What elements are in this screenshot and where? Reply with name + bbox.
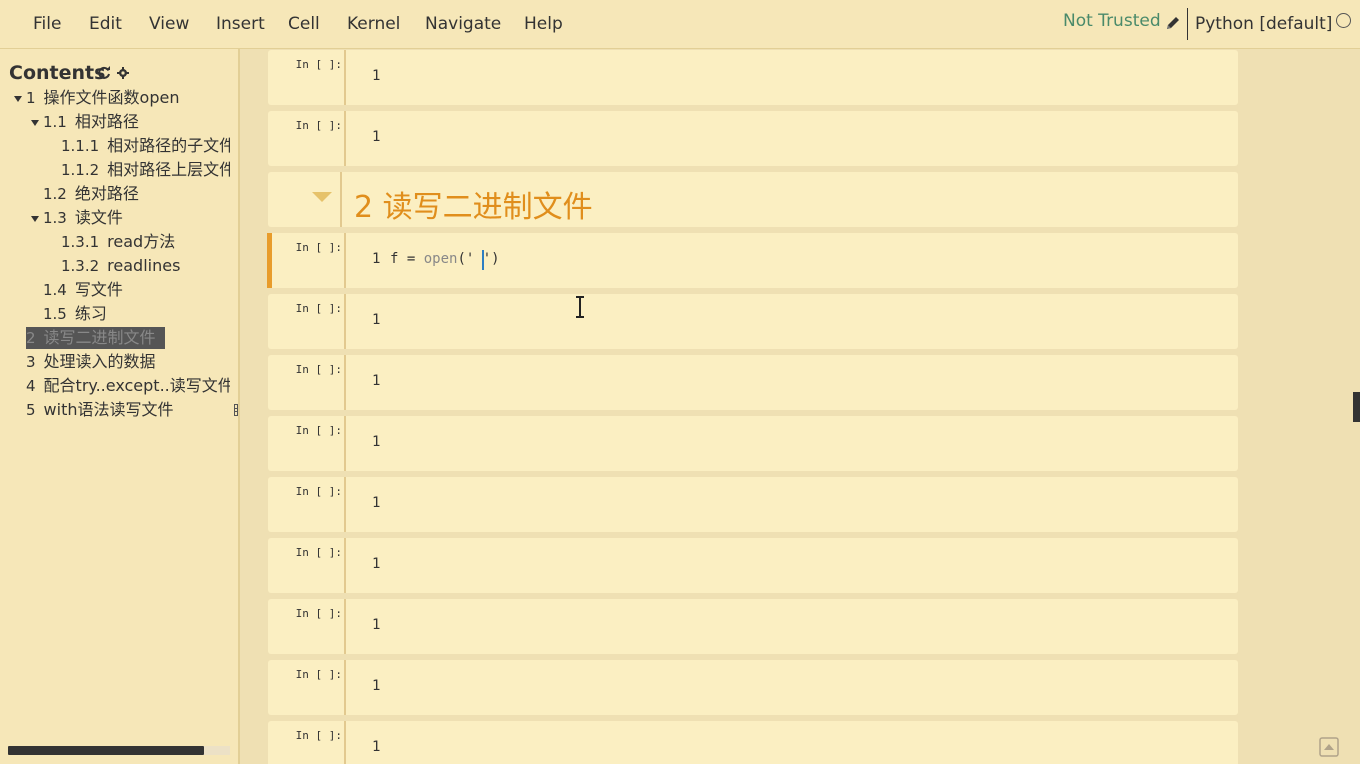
toc-sidebar: Contents 1 操作文件函数open 1.1 相对路径 1.1.1 相对路径的子… bbox=[0, 49, 240, 764]
cell-input[interactable]: 1 bbox=[344, 50, 1238, 105]
code-cell[interactable]: In [ ]: 1 bbox=[268, 294, 1238, 349]
notebook-scrollbar-thumb[interactable] bbox=[1353, 392, 1360, 422]
heading-text: 2 读写二进制文件 bbox=[354, 190, 593, 225]
code-cell[interactable]: In [ ]: 1 bbox=[268, 599, 1238, 654]
toc-item[interactable]: 1.5 练习 bbox=[43, 303, 234, 325]
code-cell[interactable]: In [ ]: 1 bbox=[268, 111, 1238, 166]
cell-prompt: In [ ]: bbox=[295, 424, 342, 437]
code-cell[interactable]: In [ ]: 1 bbox=[268, 660, 1238, 715]
toc-item[interactable]: 1.3.1 read方法 bbox=[61, 231, 234, 253]
code-cell[interactable]: In [ ]: 1 bbox=[268, 477, 1238, 532]
kernel-idle-indicator-icon bbox=[1336, 13, 1351, 28]
cell-prompt: In [ ]: bbox=[295, 363, 342, 376]
cell-input[interactable]: 1 bbox=[344, 355, 1238, 410]
toc-title: Contents bbox=[9, 62, 106, 84]
menu-navigate[interactable]: Navigate bbox=[425, 14, 501, 34]
gear-icon[interactable] bbox=[117, 67, 129, 79]
toc-item[interactable]: 1.1.1 相对路径的子文件 bbox=[61, 135, 230, 157]
toc-item[interactable]: 1.1 相对路径 bbox=[43, 111, 234, 133]
cell-input[interactable]: 1 bbox=[344, 721, 1238, 764]
text-caret bbox=[482, 250, 484, 270]
cell-input[interactable]: 1 bbox=[344, 477, 1238, 532]
refresh-icon[interactable] bbox=[97, 66, 111, 80]
menu-file[interactable]: File bbox=[33, 14, 61, 34]
code-cell[interactable]: In [ ]: 1 bbox=[268, 355, 1238, 410]
text-cursor-icon bbox=[576, 296, 584, 318]
cell-prompt: In [ ]: bbox=[295, 668, 342, 681]
line-number: 1 bbox=[372, 556, 381, 572]
line-number: 1 bbox=[372, 68, 381, 84]
scroll-to-top-icon[interactable] bbox=[1319, 737, 1339, 757]
line-number: 1 bbox=[372, 739, 381, 755]
caret-down-icon[interactable] bbox=[14, 96, 22, 102]
notebook-container: In [ ]: 1 In [ ]: 1 2 读写二进制文件 In [ ]: 1 … bbox=[242, 49, 1350, 764]
line-number: 1 bbox=[372, 312, 381, 328]
cell-prompt: In [ ]: bbox=[295, 607, 342, 620]
line-number: 1 bbox=[372, 434, 381, 450]
menu-view[interactable]: View bbox=[149, 14, 189, 34]
toc-horizontal-scrollbar[interactable] bbox=[8, 746, 230, 755]
toc-item[interactable]: 1.3 读文件 bbox=[43, 207, 234, 229]
cell-prompt: In [ ]: bbox=[295, 546, 342, 559]
cell-prompt: In [ ]: bbox=[295, 58, 342, 71]
line-number: 1 bbox=[372, 617, 381, 633]
kernel-separator bbox=[1187, 8, 1188, 40]
markdown-heading-cell[interactable]: 2 读写二进制文件 bbox=[268, 172, 1238, 227]
resize-grip-icon[interactable] bbox=[234, 404, 238, 416]
line-number: 1 bbox=[372, 495, 381, 511]
cell-input[interactable]: 1 bbox=[344, 111, 1238, 166]
toc-item-active[interactable]: 2 读写二进制文件 bbox=[26, 327, 165, 349]
line-number: 1 bbox=[372, 251, 381, 267]
cell-input[interactable]: 1 bbox=[344, 660, 1238, 715]
cell-prompt: In [ ]: bbox=[295, 302, 342, 315]
cell-input[interactable]: 1 f = open(' ') bbox=[344, 233, 1238, 288]
line-number: 1 bbox=[372, 678, 381, 694]
menu-edit[interactable]: Edit bbox=[89, 14, 122, 34]
code-cell[interactable]: In [ ]: 1 bbox=[268, 538, 1238, 593]
toc-scrollbar-thumb[interactable] bbox=[8, 746, 204, 755]
code-cell-selected[interactable]: In [ ]: 1 f = open(' ') bbox=[267, 233, 1238, 288]
line-number: 1 bbox=[372, 373, 381, 389]
toc-item[interactable]: 1.3.2 readlines bbox=[61, 255, 234, 277]
code-cell[interactable]: In [ ]: 1 bbox=[268, 50, 1238, 105]
heading-border bbox=[340, 172, 342, 227]
toc-item[interactable]: 1.1.2 相对路径上层文件 bbox=[61, 159, 230, 181]
menu-insert[interactable]: Insert bbox=[216, 14, 265, 34]
menu-kernel[interactable]: Kernel bbox=[347, 14, 400, 34]
collapse-heading-icon[interactable] bbox=[312, 192, 332, 202]
caret-down-icon[interactable] bbox=[31, 120, 39, 126]
caret-down-icon[interactable] bbox=[31, 216, 39, 222]
code-cell[interactable]: In [ ]: 1 bbox=[268, 416, 1238, 471]
kernel-name[interactable]: Python [default] bbox=[1195, 14, 1332, 34]
cell-prompt: In [ ]: bbox=[295, 241, 342, 254]
cell-input[interactable]: 1 bbox=[344, 538, 1238, 593]
menu-help[interactable]: Help bbox=[524, 14, 563, 34]
toc-item[interactable]: 3 处理读入的数据 bbox=[26, 351, 234, 373]
cell-input[interactable]: 1 bbox=[344, 294, 1238, 349]
cell-prompt: In [ ]: bbox=[295, 119, 342, 132]
menu-bar: File Edit View Insert Cell Kernel Naviga… bbox=[0, 0, 1360, 49]
pencil-icon[interactable] bbox=[1165, 15, 1181, 31]
cell-input[interactable]: 1 bbox=[344, 599, 1238, 654]
code-cell[interactable]: In [ ]: 1 bbox=[268, 721, 1238, 764]
toc-item[interactable]: 5 with语法读写文件 bbox=[26, 399, 230, 421]
line-number: 1 bbox=[372, 129, 381, 145]
toc-item[interactable]: 1 操作文件函数open bbox=[26, 87, 234, 109]
menu-cell[interactable]: Cell bbox=[288, 14, 320, 34]
trust-status-button[interactable]: Not Trusted bbox=[1063, 11, 1161, 31]
cell-prompt: In [ ]: bbox=[295, 485, 342, 498]
cell-input[interactable]: 1 bbox=[344, 416, 1238, 471]
toc-item[interactable]: 1.4 写文件 bbox=[43, 279, 234, 301]
toc-item[interactable]: 4 配合try..except..读写文件 bbox=[26, 375, 230, 397]
cell-prompt: In [ ]: bbox=[295, 729, 342, 742]
toc-item[interactable]: 1.2 绝对路径 bbox=[43, 183, 234, 205]
